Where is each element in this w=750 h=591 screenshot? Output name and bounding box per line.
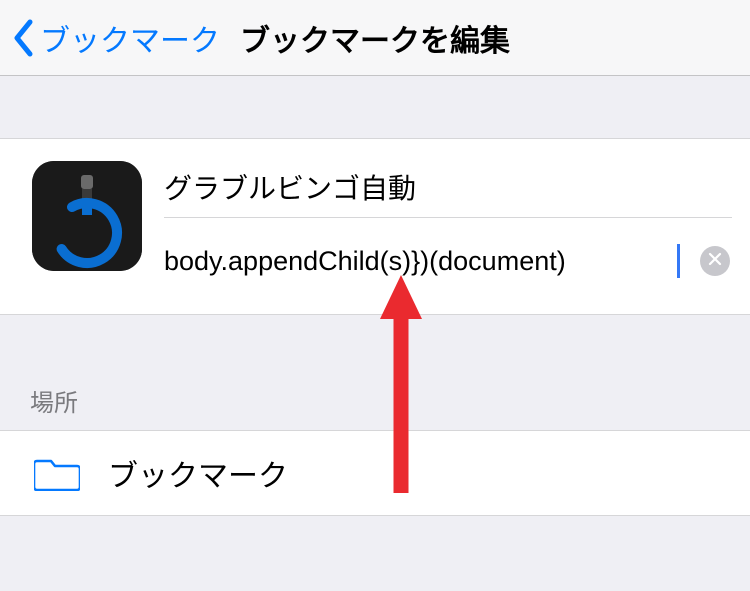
close-icon (708, 252, 722, 271)
back-label: ブックマーク (40, 16, 220, 60)
text-cursor (677, 244, 680, 278)
location-section-label: 場所 (0, 383, 750, 430)
bookmark-name-row (164, 157, 732, 217)
bookmark-name-input[interactable] (164, 171, 732, 203)
page-title: ブックマークを編集 (240, 16, 510, 60)
location-folder-row[interactable]: ブックマーク (0, 430, 750, 516)
bookmark-site-icon (32, 161, 142, 271)
bookmark-url-input[interactable] (164, 246, 679, 277)
folder-icon (34, 455, 80, 491)
navigation-bar: ブックマーク ブックマークを編集 (0, 0, 750, 76)
location-folder-label: ブックマーク (108, 451, 288, 495)
edit-fields (164, 157, 732, 296)
clear-text-button[interactable] (700, 246, 730, 276)
back-button[interactable]: ブックマーク (12, 16, 220, 60)
chevron-left-icon (12, 19, 34, 57)
bookmark-edit-panel (0, 138, 750, 315)
bookmark-url-row (164, 226, 732, 296)
